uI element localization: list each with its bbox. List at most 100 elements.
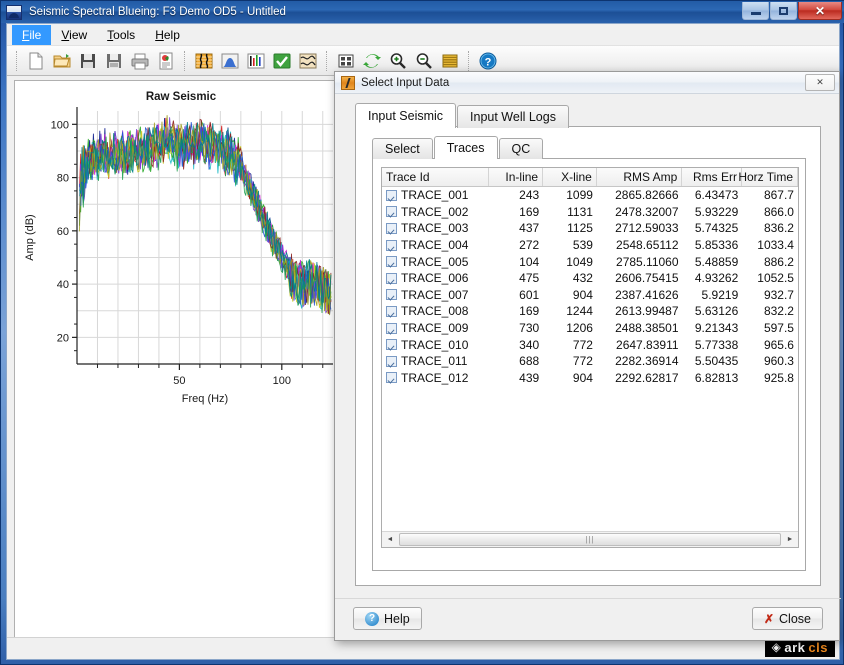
colorbar-icon[interactable] (438, 49, 462, 73)
cell-horz-time: 886.2 (763, 254, 794, 269)
trace-id-cell: TRACE_012 (382, 371, 489, 385)
close-window-button[interactable]: ✕ (798, 2, 842, 20)
cell-rms-err: 5.48859 (694, 254, 739, 269)
scroll-left-arrow[interactable]: ◄ (382, 532, 398, 547)
trace-checkbox[interactable] (386, 272, 397, 284)
trace-id-cell: TRACE_005 (382, 255, 489, 269)
help-button-label: Help (384, 611, 410, 626)
trace-id-label: TRACE_011 (401, 354, 468, 369)
menu-item-tools[interactable]: Tools (97, 25, 145, 45)
trace-checkbox[interactable] (386, 355, 397, 367)
column-header-trace-id[interactable]: Trace Id (382, 168, 490, 186)
table-row[interactable]: TRACE_011 688 772 2282.36914 5.50435 960.3 (382, 353, 798, 370)
menu-item-file[interactable]: File (12, 24, 52, 45)
column-header-x-line[interactable]: X-line (543, 168, 597, 186)
cell-rms-err: 5.9219 (701, 287, 739, 302)
maximize-button[interactable] (770, 2, 797, 20)
print-icon[interactable] (128, 49, 152, 73)
table-row[interactable]: TRACE_004 272 539 2548.65112 5.85336 1033.4 (382, 237, 798, 254)
cell-horz-time: 597.5 (763, 321, 794, 336)
column-header-rms-err[interactable]: Rms Err (682, 168, 742, 186)
toolbar-separator (468, 50, 470, 71)
minimize-button[interactable] (742, 2, 769, 20)
svg-text:20: 20 (57, 332, 69, 344)
cell-inline: 104 (519, 254, 540, 269)
inner-tab-strip: Select Traces QC (372, 136, 544, 159)
table-row[interactable]: TRACE_010 340 772 2647.83911 5.77338 965.6 (382, 336, 798, 353)
column-header-rms-amp[interactable]: RMS Amp (597, 168, 683, 186)
tab-select[interactable]: Select (372, 138, 433, 159)
table-row[interactable]: TRACE_012 439 904 2292.62817 6.82813 925.8 (382, 370, 798, 387)
wavelet-icon[interactable] (296, 49, 320, 73)
close-x-icon: ✗ (763, 611, 775, 626)
trace-checkbox[interactable] (386, 289, 397, 301)
refresh-icon[interactable] (360, 49, 384, 73)
table-row[interactable]: TRACE_009 730 1206 2488.38501 9.21343 597.5 (382, 320, 798, 337)
color-bars-icon[interactable] (244, 49, 268, 73)
trace-checkbox[interactable] (386, 305, 397, 317)
trace-checkbox[interactable] (386, 239, 397, 251)
tab-input-well-logs[interactable]: Input Well Logs (457, 105, 569, 128)
trace-id-cell: TRACE_006 (382, 271, 489, 285)
table-row[interactable]: TRACE_007 601 904 2387.41626 5.9219 932.7 (382, 287, 798, 304)
trace-checkbox[interactable] (386, 222, 397, 234)
dialog-icon (341, 75, 355, 90)
save-all-icon[interactable] (102, 49, 126, 73)
table-row[interactable]: TRACE_008 169 1244 2613.99487 5.63126 832.2 (382, 303, 798, 320)
trace-table-hscrollbar[interactable]: ◄ ||| ► (382, 531, 798, 547)
menu-item-help[interactable]: Help (145, 25, 190, 45)
table-row[interactable]: TRACE_001 243 1099 2865.82666 6.43473 867.7 (382, 187, 798, 204)
tab-input-seismic[interactable]: Input Seismic (355, 103, 457, 128)
trace-id-cell: TRACE_009 (382, 321, 489, 335)
scroll-right-arrow[interactable]: ► (782, 532, 798, 547)
cell-inline: 437 (519, 221, 540, 236)
seismic-trace-icon[interactable] (192, 49, 216, 73)
cell-xline: 539 (572, 238, 593, 253)
zoom-in-icon[interactable] (386, 49, 410, 73)
help-button[interactable]: ? Help (353, 607, 422, 630)
spectrum-curve-icon[interactable] (218, 49, 242, 73)
cell-rms-amp: 2785.11060 (616, 254, 679, 269)
grid-layout-icon[interactable] (334, 49, 358, 73)
cell-rms-err: 4.93262 (694, 271, 739, 286)
trace-id-label: TRACE_004 (401, 238, 469, 253)
cell-horz-time: 1033.4 (757, 238, 794, 253)
cell-xline: 1206 (566, 321, 593, 336)
column-header-in-line[interactable]: In-line (489, 168, 544, 186)
dialog-close-icon[interactable]: ✕ (805, 74, 835, 91)
table-row[interactable]: TRACE_005 104 1049 2785.11060 5.48859 886.2 (382, 253, 798, 270)
trace-id-cell: TRACE_007 (382, 288, 489, 302)
scroll-thumb-grip: ||| (585, 535, 595, 544)
window-title: Seismic Spectral Blueing: F3 Demo OD5 - … (29, 6, 286, 18)
trace-id-label: TRACE_003 (401, 221, 469, 236)
tab-qc[interactable]: QC (498, 138, 544, 159)
table-row[interactable]: TRACE_003 437 1125 2712.59033 5.74325 836.2 (382, 220, 798, 237)
open-folder-icon[interactable] (50, 49, 74, 73)
trace-checkbox[interactable] (386, 189, 397, 201)
cell-inline: 272 (519, 238, 540, 253)
tab-traces[interactable]: Traces (433, 136, 498, 159)
save-icon[interactable] (76, 49, 100, 73)
report-icon[interactable] (154, 49, 178, 73)
svg-text:Amp (dB): Amp (dB) (24, 214, 36, 260)
column-header-horz-time[interactable]: Horz Time (738, 168, 798, 186)
trace-checkbox[interactable] (386, 372, 397, 384)
table-row[interactable]: TRACE_002 169 1131 2478.32007 5.93229 866.0 (382, 204, 798, 221)
table-row[interactable]: TRACE_006 475 432 2606.75415 4.93262 1052.5 (382, 270, 798, 287)
help-info-icon[interactable]: ? (476, 49, 500, 73)
close-dialog-button[interactable]: ✗ Close (751, 607, 823, 630)
trace-checkbox[interactable] (386, 322, 397, 334)
traces-panel: Trace Id In-line X-line RMS Amp Rms Err … (372, 158, 806, 571)
zoom-out-icon[interactable] (412, 49, 436, 73)
scroll-thumb[interactable]: ||| (399, 533, 781, 546)
trace-checkbox[interactable] (386, 206, 397, 218)
trace-checkbox[interactable] (386, 256, 397, 268)
green-check-icon[interactable] (270, 49, 294, 73)
new-document-icon[interactable] (24, 49, 48, 73)
toolbar-separator (184, 50, 186, 71)
trace-checkbox[interactable] (386, 339, 397, 351)
cell-rms-err: 6.43473 (694, 188, 739, 203)
dialog-body: Input Seismic Input Well Logs Select Tra… (335, 94, 841, 642)
menu-item-view[interactable]: View (51, 25, 97, 45)
trace-id-cell: TRACE_002 (382, 205, 489, 219)
